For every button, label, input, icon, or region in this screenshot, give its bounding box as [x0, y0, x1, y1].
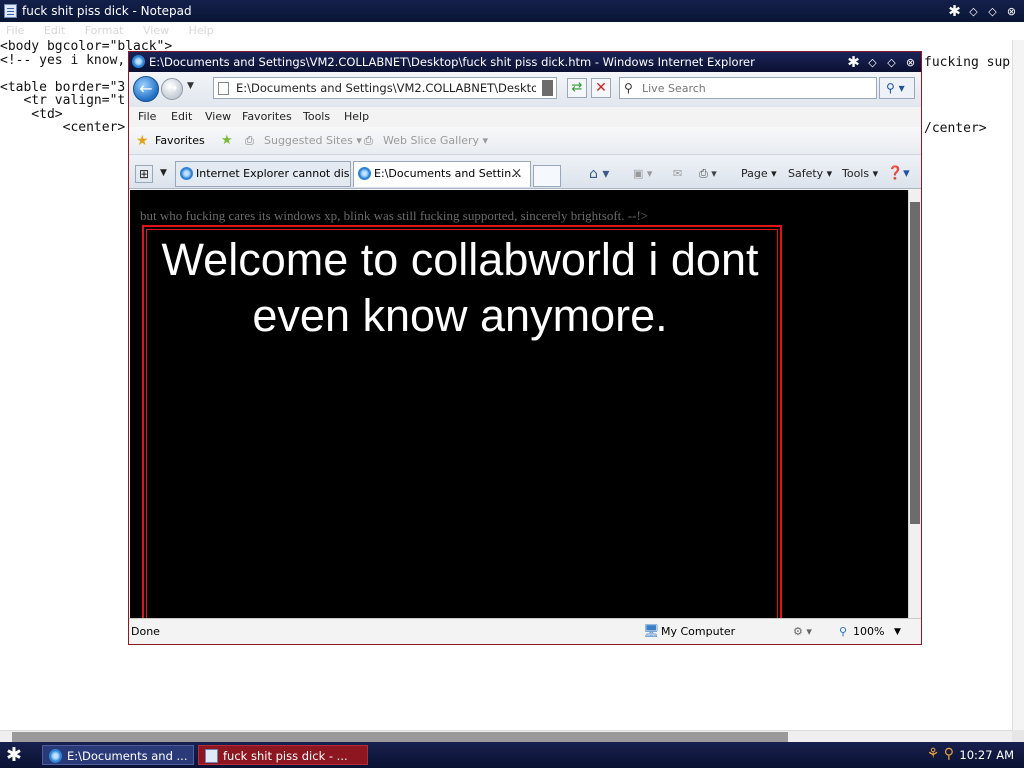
tab-label: Internet Explorer cannot dis...	[196, 167, 351, 180]
close-button[interactable]: ⊗	[904, 56, 917, 69]
recent-pages-dropdown-icon[interactable]: ▼	[187, 81, 194, 91]
ie-logo-icon	[49, 749, 62, 763]
minimize-button[interactable]: ◇	[866, 56, 879, 69]
home-icon[interactable]: ⌂ ▾	[589, 164, 609, 184]
menu-view[interactable]: View	[143, 22, 169, 40]
notepad-icon	[4, 4, 17, 18]
address-dropdown-icon[interactable]	[542, 80, 553, 96]
taskbar-item-notepad[interactable]: fuck shit piss dick - ...	[198, 745, 368, 765]
search-box[interactable]: ⚲	[619, 77, 877, 99]
search-button[interactable]: ⚲ ▾	[879, 77, 915, 99]
taskbar-item-label: fuck shit piss dick - ...	[223, 749, 348, 763]
add-favorite-icon[interactable]: ★	[221, 127, 233, 155]
page-icon	[218, 82, 229, 95]
address-bar[interactable]: E:\Documents and Settings\VM2.COLLABNET\…	[213, 77, 557, 99]
quick-tabs-icon[interactable]: ⊞	[135, 165, 153, 183]
zoom-icon: ⚲	[839, 625, 848, 638]
maximize-button[interactable]: ◇	[986, 5, 999, 18]
favorites-star-icon: ★	[136, 133, 149, 149]
maximize-button[interactable]: ◇	[885, 56, 898, 69]
mail-icon[interactable]: ✉	[673, 164, 682, 184]
menu-tools[interactable]: Tools	[303, 107, 330, 127]
status-text: Done	[131, 625, 160, 638]
zoom-level[interactable]: 100%	[853, 619, 884, 645]
notepad-icon	[205, 749, 218, 763]
menu-favorites[interactable]: Favorites	[242, 107, 292, 127]
taskbar-item-label: E:\Documents and ...	[67, 749, 188, 763]
menu-view[interactable]: View	[205, 107, 231, 127]
web-slice-gallery-link[interactable]: Web Slice Gallery ▾	[383, 127, 488, 155]
ie-menubar: File Edit View Favorites Tools Help	[129, 107, 921, 127]
ie-titlebar[interactable]: E:\Documents and Settings\VM2.COLLABNET\…	[129, 52, 921, 72]
menu-help[interactable]: Help	[189, 22, 214, 40]
close-tab-icon[interactable]: ×	[511, 162, 522, 186]
menu-edit[interactable]: Edit	[44, 22, 65, 40]
notepad-text-fragment: /center>	[924, 121, 987, 136]
help-icon[interactable]: ❓▾	[887, 164, 910, 184]
page-comment-text: but who fucking cares its windows xp, bl…	[140, 208, 649, 223]
clock[interactable]: 10:27 AM	[959, 742, 1014, 768]
ie-logo-icon	[180, 167, 193, 180]
resize-grip[interactable]	[1012, 730, 1024, 742]
notepad-horizontal-scrollbar[interactable]	[0, 730, 1012, 742]
ie-logo-icon	[358, 167, 371, 180]
menu-help[interactable]: Help	[344, 107, 369, 127]
start-button[interactable]: ✱	[6, 744, 22, 766]
tab-current-document[interactable]: E:\Documents and Settin... ×	[353, 161, 531, 187]
refresh-button[interactable]: ⇄	[567, 78, 587, 98]
taskbar: ✱ E:\Documents and ... fuck shit piss di…	[0, 742, 1024, 768]
back-button[interactable]: ←	[133, 76, 159, 102]
forward-button[interactable]: →	[161, 78, 183, 100]
feeds-icon[interactable]: ▣ ▾	[633, 164, 652, 184]
star-icon[interactable]: ✱	[948, 3, 961, 18]
page-menu[interactable]: Page ▾	[741, 164, 777, 184]
protected-mode-icon[interactable]: ⚙ ▾	[793, 619, 812, 645]
ie-title: E:\Documents and Settings\VM2.COLLABNET\…	[149, 55, 755, 69]
page-content: but who fucking cares its windows xp, bl…	[130, 190, 908, 618]
notepad-text-fragment: fucking sup	[924, 55, 1011, 70]
menu-edit[interactable]: Edit	[171, 107, 192, 127]
notepad-title: fuck shit piss dick - Notepad	[22, 4, 192, 18]
menu-format[interactable]: Format	[85, 22, 124, 40]
web-slice-icon: ⎙	[364, 134, 373, 147]
menu-file[interactable]: File	[6, 22, 24, 40]
stop-button[interactable]: ✕	[591, 78, 611, 98]
tab-bar: ⊞ ▼ Internet Explorer cannot dis... E:\D…	[129, 155, 921, 189]
print-icon[interactable]: ⎙ ▾	[699, 164, 717, 184]
minimize-button[interactable]: ◇	[967, 5, 980, 18]
suggested-sites-icon: ⎙	[245, 134, 254, 147]
status-bar: Done 🖥 My Computer ⚙ ▾ ⚲ 100% ▼	[129, 618, 921, 644]
tools-menu[interactable]: Tools ▾	[842, 164, 878, 184]
tray-network-icon[interactable]: ⚘ ⚲	[927, 746, 954, 762]
scroll-thumb[interactable]	[12, 732, 788, 742]
notepad-vertical-scrollbar[interactable]	[1012, 40, 1024, 730]
ie-window: E:\Documents and Settings\VM2.COLLABNET\…	[128, 51, 922, 645]
computer-icon: 🖥	[643, 624, 660, 639]
scroll-thumb[interactable]	[910, 202, 920, 524]
zoom-dropdown-icon[interactable]: ▼	[894, 619, 901, 645]
notepad-titlebar[interactable]: fuck shit piss dick - Notepad ✱ ◇ ◇ ⊗	[0, 0, 1024, 22]
zone-label: My Computer	[661, 625, 736, 638]
close-button[interactable]: ⊗	[1005, 5, 1018, 18]
tab-label: E:\Documents and Settin...	[374, 167, 522, 180]
search-provider-icon: ⚲	[624, 81, 633, 95]
ie-logo-icon	[132, 55, 145, 68]
favorites-button[interactable]: Favorites	[155, 127, 205, 155]
favorites-bar: ★ Favorites ★ ⎙ Suggested Sites ▾ ⎙ Web …	[129, 127, 921, 155]
suggested-sites-link[interactable]: Suggested Sites ▾	[264, 127, 362, 155]
welcome-heading: Welcome to collabworld i dont even know …	[161, 234, 759, 341]
tab-ie-cannot-display[interactable]: Internet Explorer cannot dis...	[175, 161, 351, 187]
notepad-menubar: File Edit Format View Help	[0, 22, 1024, 40]
tab-list-dropdown-icon[interactable]: ▼	[160, 163, 167, 183]
navigation-bar: ← → ▼ E:\Documents and Settings\VM2.COLL…	[129, 72, 921, 107]
menu-file[interactable]: File	[138, 107, 156, 127]
taskbar-item-ie[interactable]: E:\Documents and ...	[42, 745, 194, 765]
new-tab-button[interactable]	[533, 165, 561, 187]
star-icon[interactable]: ✱	[847, 54, 860, 69]
page-vertical-scrollbar[interactable]	[908, 190, 921, 618]
safety-menu[interactable]: Safety ▾	[788, 164, 832, 184]
search-input[interactable]	[642, 80, 872, 96]
address-text: E:\Documents and Settings\VM2.COLLABNET\…	[236, 81, 536, 95]
